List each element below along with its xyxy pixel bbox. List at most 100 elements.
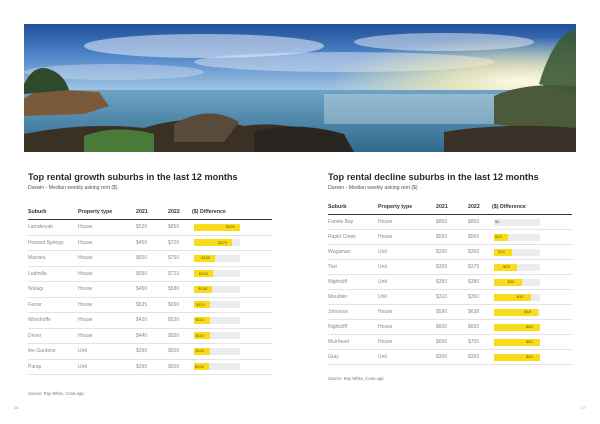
cell-difference: $150 xyxy=(192,250,272,267)
difference-bar-track: $20 xyxy=(494,248,540,256)
cell-property-type: House xyxy=(378,229,436,245)
cell-difference: $325 xyxy=(192,219,272,236)
cell-2022: $638 xyxy=(468,304,492,320)
cell-difference: $110 xyxy=(192,328,272,344)
cell-property-type: Unit xyxy=(378,259,436,275)
difference-bar xyxy=(494,338,540,346)
table-row: Wagaman Unit $330 $350 $20 xyxy=(328,244,572,260)
table-row: Driver House $440 $550 $110 xyxy=(28,328,272,344)
difference-bar-track: $110 xyxy=(194,316,240,324)
col-2022-header: 2022 xyxy=(468,203,492,215)
col-suburb-header: Suburb xyxy=(28,208,78,220)
cell-2022: $350 xyxy=(468,349,492,365)
difference-label: $105 xyxy=(195,363,204,369)
cell-2022: $380 xyxy=(468,274,492,290)
difference-bar-track: $15 xyxy=(494,233,540,241)
table-row: Fannie Bay House $850 $850 $0 xyxy=(328,214,572,230)
col-type-header: Property type xyxy=(378,203,436,215)
cell-suburb: the Gardens xyxy=(28,343,78,360)
cell-suburb: Farrar xyxy=(28,297,78,313)
growth-title: Top rental growth suburbs in the last 12… xyxy=(28,172,238,182)
decline-subtitle: Darwin - Median weekly asking rent ($) xyxy=(328,185,418,191)
col-diff-header: ($) Difference xyxy=(492,203,572,215)
decline-table: Suburb Property type 2021 2022 ($) Diffe… xyxy=(328,203,572,365)
cell-difference: $50 xyxy=(492,319,572,335)
cell-2021: $850 xyxy=(436,214,468,230)
cell-difference: $25 xyxy=(492,259,572,275)
difference-bar xyxy=(494,308,539,316)
page-number-left: 16 xyxy=(14,405,19,410)
col-2022-header: 2022 xyxy=(168,208,192,220)
difference-bar-track: $48 xyxy=(494,308,540,316)
cell-suburb: Gray xyxy=(328,349,378,365)
difference-label: $40 xyxy=(516,294,524,299)
cell-2021: $420 xyxy=(136,312,168,329)
cell-2022: $530 xyxy=(168,312,192,329)
difference-bar-track: $133 xyxy=(194,270,240,278)
cell-2021: $650 xyxy=(436,334,468,350)
difference-bar-track: $40 xyxy=(494,293,540,301)
difference-bar-track: $150 xyxy=(194,254,240,262)
cell-property-type: House xyxy=(78,235,136,251)
difference-label: $110 xyxy=(195,332,205,338)
table-row: Wulagi House $450 $580 $130 xyxy=(28,281,272,298)
cell-2022: $723 xyxy=(168,266,192,282)
difference-label: $110 xyxy=(195,317,205,323)
table-row: Larrakeyah House $525 $850 $325 xyxy=(28,219,272,236)
col-2021-header: 2021 xyxy=(436,203,468,215)
table-row: Ludmilla House $590 $723 $133 xyxy=(28,266,272,282)
difference-bar-track: $110 xyxy=(194,347,240,355)
cell-difference: $115 xyxy=(192,297,272,313)
cell-suburb: Howard Springs xyxy=(28,235,78,251)
difference-bar-track: $25 xyxy=(494,263,540,271)
col-diff-header: ($) Difference xyxy=(192,208,272,220)
cell-property-type: House xyxy=(78,281,136,298)
cell-2022: $750 xyxy=(168,250,192,267)
cell-suburb: Moulden xyxy=(328,289,378,305)
difference-bar xyxy=(494,353,540,361)
cell-property-type: Unit xyxy=(378,274,436,290)
cell-property-type: House xyxy=(378,214,436,230)
cell-suburb: Driver xyxy=(28,328,78,344)
table-row: Marrara House $600 $750 $150 xyxy=(28,250,272,267)
cell-property-type: Unit xyxy=(378,349,436,365)
cell-property-type: House xyxy=(378,334,436,350)
cell-property-type: House xyxy=(78,297,136,313)
cell-2022: $500 xyxy=(168,343,192,360)
page-number-right: 17 xyxy=(581,405,586,410)
difference-label: $270 xyxy=(218,239,228,245)
cell-suburb: Wagaman xyxy=(328,244,378,260)
table-row: Gray Unit $300 $350 $50 xyxy=(328,349,572,365)
difference-bar-track: $130 xyxy=(194,285,240,293)
table-row: the Gardens Unit $390 $500 $110 xyxy=(28,343,272,360)
cell-2021: $330 xyxy=(436,244,468,260)
cell-suburb: Johnston xyxy=(328,304,378,320)
cell-2021: $350 xyxy=(436,259,468,275)
cell-property-type: House xyxy=(78,328,136,344)
difference-label: $25 xyxy=(503,264,510,269)
difference-label: $50 xyxy=(526,354,533,359)
difference-label: $50 xyxy=(526,339,533,344)
difference-bar-track: $105 xyxy=(194,363,240,371)
difference-bar-track: $325 xyxy=(194,223,240,231)
cell-suburb: Larrakeyah xyxy=(28,219,78,236)
cell-2022: $580 xyxy=(168,281,192,298)
difference-bar-track: $115 xyxy=(194,301,240,309)
cell-suburb: Muirhead xyxy=(328,334,378,350)
cell-2021: $535 xyxy=(136,297,168,313)
difference-label: $130 xyxy=(198,286,208,292)
difference-bar-track: $50 xyxy=(494,323,540,331)
difference-label: $115 xyxy=(196,301,205,307)
difference-bar-track: $110 xyxy=(194,332,240,340)
cell-2021: $600 xyxy=(136,250,168,267)
cell-difference: $133 xyxy=(192,266,272,282)
cell-2021: $350 xyxy=(436,274,468,290)
difference-bar xyxy=(494,293,531,301)
difference-bar-track: $270 xyxy=(194,239,240,247)
hero-photo xyxy=(24,24,576,152)
cell-2022: $850 xyxy=(468,214,492,230)
cell-2021: $395 xyxy=(136,359,168,375)
cell-suburb: Parap xyxy=(28,359,78,375)
difference-label: $20 xyxy=(498,249,506,254)
growth-source: Source: Ray White, CoreLogic xyxy=(28,391,85,396)
